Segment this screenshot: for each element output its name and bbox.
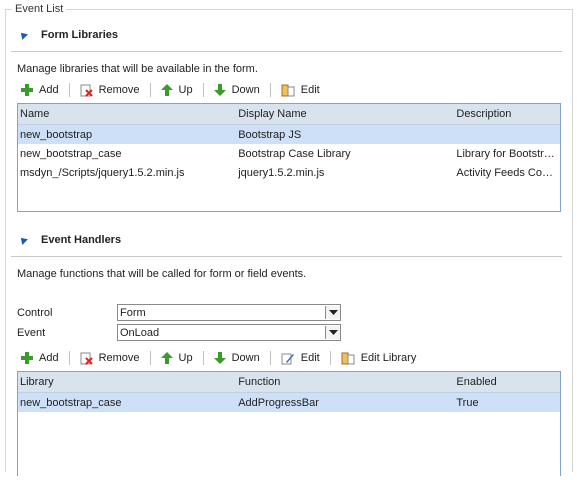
column-header-function[interactable]: Function [236,376,454,388]
down-label: Down [231,84,260,96]
divider [11,256,562,257]
column-header-display-name[interactable]: Display Name [236,108,454,120]
toolbar-separator [68,351,70,365]
table-row[interactable]: msdyn_/Scripts/jquery1.5.2.min.js jquery… [18,163,560,182]
table-row[interactable]: new_bootstrap Bootstrap JS [18,125,560,144]
edit-library-button[interactable]: Edit [277,80,324,100]
collapse-triangle-icon[interactable] [18,30,28,40]
move-up-button[interactable]: Up [157,348,197,368]
form-libraries-description: Manage libraries that will be available … [17,63,258,75]
grid-header: Name Display Name Description [18,104,560,125]
event-list-legend: Event List [12,3,67,15]
cell-function: AddProgressBar [238,396,319,409]
remove-label: Remove [98,84,140,96]
up-label: Up [178,84,193,96]
event-label: Event [17,326,46,339]
control-value: Form [120,306,146,319]
edit-handler-button[interactable]: Edit [277,348,324,368]
edit-library-button[interactable]: Edit Library [337,348,421,368]
remove-icon [80,352,93,365]
control-label: Control [17,306,53,319]
event-handlers-title: Event Handlers [41,234,122,246]
arrow-down-icon [213,84,226,96]
cell-display-name: Bootstrap JS [238,128,302,141]
cell-library: new_bootstrap_case [20,396,122,409]
column-header-library[interactable]: Library [18,376,236,388]
remove-icon [80,84,93,97]
column-header-enabled[interactable]: Enabled [454,376,560,388]
table-row[interactable]: new_bootstrap_case Bootstrap Case Librar… [18,144,560,163]
edit-label: Edit [300,352,320,364]
column-header-description[interactable]: Description [454,108,560,120]
remove-handler-button[interactable]: Remove [76,348,144,368]
event-handlers-grid: Library Function Enabled new_bootstrap_c… [17,371,561,476]
form-libraries-header[interactable]: Form Libraries [17,26,118,44]
cell-enabled: True [456,396,479,409]
plus-icon [21,352,33,364]
add-handler-button[interactable]: Add [17,348,63,368]
toolbar-separator [202,351,204,365]
chevron-down-icon[interactable] [325,306,340,319]
toolbar-separator [68,83,70,97]
control-select[interactable]: Form [117,304,341,321]
move-down-button[interactable]: Down [210,348,264,368]
divider [11,51,562,52]
add-library-button[interactable]: Add [17,80,63,100]
library-edit-icon [281,84,295,96]
grid-header: Library Function Enabled [18,372,560,393]
move-up-button[interactable]: Up [157,80,197,100]
add-label: Add [39,84,59,96]
plus-icon [21,84,33,96]
toolbar-separator [329,351,331,365]
form-libraries-grid: Name Display Name Description new_bootst… [17,103,561,212]
edit-library-label: Edit Library [360,352,417,364]
edit-label: Edit [300,84,320,96]
library-edit-icon [341,352,355,364]
cell-display-name: jquery1.5.2.min.js [238,166,325,179]
event-handlers-header[interactable]: Event Handlers [17,231,121,249]
event-handlers-description: Manage functions that will be called for… [17,268,307,280]
toolbar-separator [202,83,204,97]
add-label: Add [39,352,59,364]
column-header-name[interactable]: Name [18,108,236,120]
control-row: Control Form [17,304,341,321]
remove-library-button[interactable]: Remove [76,80,144,100]
toolbar-separator [149,351,151,365]
down-label: Down [231,352,260,364]
toolbar-separator [269,83,271,97]
form-libraries-title: Form Libraries [41,29,119,41]
remove-label: Remove [98,352,140,364]
cell-description: Library for Bootstrap... [456,147,560,160]
event-select[interactable]: OnLoad [117,324,341,341]
table-row[interactable]: new_bootstrap_case AddProgressBar True [18,393,560,412]
toolbar-separator [269,351,271,365]
move-down-button[interactable]: Down [210,80,264,100]
arrow-up-icon [160,352,173,364]
collapse-triangle-icon[interactable] [18,235,28,245]
event-row: Event OnLoad [17,324,341,341]
up-label: Up [178,352,193,364]
arrow-up-icon [160,84,173,96]
arrow-down-icon [213,352,226,364]
chevron-down-icon[interactable] [325,326,340,339]
edit-pencil-icon [281,353,294,364]
cell-name: msdyn_/Scripts/jquery1.5.2.min.js [20,166,185,179]
toolbar-separator [149,83,151,97]
event-handlers-toolbar: Add Remove Up Down Edit Edit Library [17,348,420,368]
cell-description: Activity Feeds Compo... [456,166,560,179]
event-value: OnLoad [120,326,160,339]
cell-name: new_bootstrap_case [20,147,122,160]
cell-name: new_bootstrap [20,128,93,141]
cell-display-name: Bootstrap Case Library [238,147,351,160]
form-libraries-toolbar: Add Remove Up Down Edit [17,80,324,100]
